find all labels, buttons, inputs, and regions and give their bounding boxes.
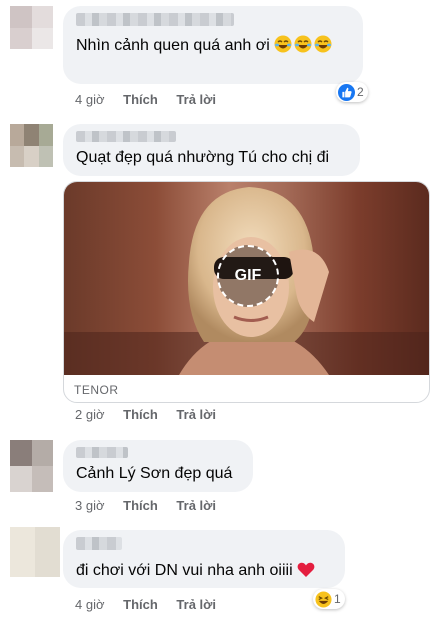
- timestamp[interactable]: 2 giờ: [75, 407, 105, 422]
- reply-link[interactable]: Trả lời: [176, 407, 216, 422]
- comment-bubble: Nhìn cảnh quen quá anh ơi: [63, 6, 363, 84]
- comment-text: Quạt đẹp quá nhường Tú cho chị đi: [76, 149, 330, 166]
- timestamp[interactable]: 3 giờ: [75, 498, 105, 513]
- timestamp[interactable]: 4 giờ: [75, 597, 105, 612]
- comment-bubble: đi chơi với DN vui nha anh oiiii: [63, 530, 345, 588]
- reaction-count-badge[interactable]: 2: [336, 82, 368, 102]
- reply-link[interactable]: Trả lời: [176, 92, 216, 107]
- comment-text: Nhìn cảnh quen quá anh ơi: [76, 37, 270, 54]
- haha-reaction-icon: [315, 590, 332, 608]
- gif-thumbnail[interactable]: GIF: [64, 182, 429, 375]
- comment-actions: 3 giờ Thích Trả lời: [75, 498, 231, 513]
- redacted-author-name[interactable]: [76, 537, 122, 550]
- gif-provider-label[interactable]: TENOR: [74, 383, 119, 397]
- avatar[interactable]: [10, 527, 60, 577]
- comment-text: đi chơi với DN vui nha anh oiiii: [76, 562, 293, 579]
- comment-bubble: Cảnh Lý Sơn đẹp quá: [63, 440, 253, 492]
- comment-actions: 2 giờ Thích Trả lời: [75, 407, 231, 422]
- comment-text: Cảnh Lý Sơn đẹp quá: [76, 465, 233, 482]
- reaction-count: 1: [334, 592, 341, 606]
- like-reaction-icon: [338, 83, 355, 101]
- avatar[interactable]: [10, 6, 53, 49]
- redacted-author-name[interactable]: [76, 131, 176, 142]
- comment-bubble: Quạt đẹp quá nhường Tú cho chị đi: [63, 124, 360, 176]
- like-link[interactable]: Thích: [123, 597, 158, 612]
- avatar[interactable]: [10, 124, 53, 167]
- redacted-author-name[interactable]: [76, 13, 234, 26]
- like-link[interactable]: Thích: [123, 498, 158, 513]
- reaction-count: 2: [357, 85, 364, 99]
- red-heart-emoji: [297, 561, 315, 584]
- avatar[interactable]: [10, 440, 53, 492]
- reply-link[interactable]: Trả lời: [176, 498, 216, 513]
- comment-actions: 4 giờ Thích Trả lời: [75, 92, 231, 107]
- laughing-emoji: [274, 35, 332, 59]
- like-link[interactable]: Thích: [123, 407, 158, 422]
- redacted-author-name[interactable]: [76, 447, 128, 458]
- gif-attachment[interactable]: GIF TENOR: [63, 181, 430, 403]
- like-link[interactable]: Thích: [123, 92, 158, 107]
- reply-link[interactable]: Trả lời: [176, 597, 216, 612]
- gif-play-badge[interactable]: GIF: [217, 245, 279, 307]
- timestamp[interactable]: 4 giờ: [75, 92, 105, 107]
- reaction-count-badge[interactable]: 1: [313, 589, 345, 609]
- comment-actions: 4 giờ Thích Trả lời: [75, 597, 231, 612]
